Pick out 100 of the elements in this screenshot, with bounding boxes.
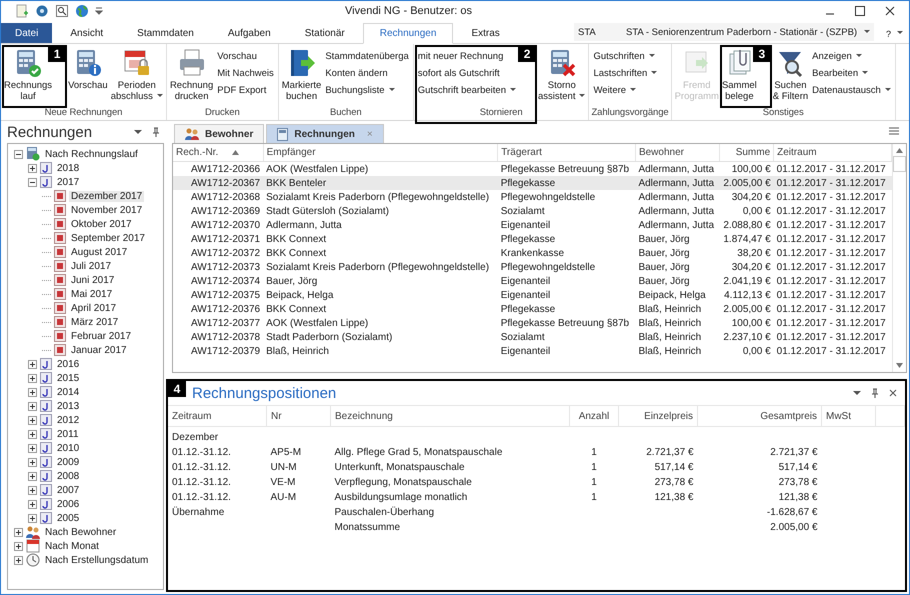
ribbon-tab[interactable]: Stationär — [288, 23, 361, 43]
tree-item[interactable]: Mai 2017 — [69, 288, 114, 300]
expand-icon[interactable] — [28, 164, 37, 172]
table-row[interactable]: AW1712-20373 Sozialamt Kreis Paderborn (Pflegewohngeldstelle) Pflegewohngeldstelle Bauer, Jörg 304,20 € 01.12.2017 - 31.12.2017 — [173, 260, 892, 274]
tree-item[interactable]: Nach Erstellungsdatum — [43, 554, 150, 566]
table-row[interactable]: AW1712-20371 BKK Connext Pflegekasse Bauer, Jörg 1.874,47 € 01.12.2017 - 31.12.2017 — [173, 232, 892, 246]
ribbon-menu-item[interactable]: Vorschau — [217, 49, 274, 63]
document-tab[interactable]: Bewohner — [174, 124, 264, 143]
tree-item[interactable]: 2011 — [55, 428, 81, 440]
station-selector[interactable]: STA STA - Seniorenzentrum Paderborn - Stationär - (SZPB) — [574, 23, 874, 41]
ribbon-menu-item[interactable]: sofort als Gutschrift — [418, 66, 516, 80]
tree-item[interactable]: 2014 — [55, 386, 82, 398]
column-header[interactable]: Gesamtpreis — [698, 406, 822, 426]
ribbon-menu-item[interactable]: Buchungsliste — [325, 83, 409, 97]
dropdown-icon[interactable] — [134, 129, 142, 135]
ribbon-menu-item[interactable]: Mit Nachweis — [217, 66, 274, 80]
tree-item[interactable]: 2009 — [55, 456, 82, 468]
column-header[interactable]: Bezeichnung — [330, 406, 570, 426]
pin-icon[interactable] — [871, 388, 879, 398]
scrollbar[interactable] — [892, 144, 906, 372]
expand-icon[interactable] — [28, 402, 37, 410]
ribbon-menu-item[interactable]: Gutschriften — [593, 49, 658, 63]
ribbon-button[interactable]: Sammel belege 3 — [720, 46, 771, 107]
tree-item[interactable]: 2010 — [55, 442, 82, 454]
expand-icon[interactable] — [28, 388, 37, 396]
ribbon-tab[interactable]: Stammdaten — [121, 23, 210, 43]
column-header[interactable]: Trägerart — [498, 144, 636, 162]
scroll-down-icon[interactable] — [896, 363, 903, 368]
ribbon-tab[interactable]: Ansicht — [54, 23, 120, 43]
pin-icon[interactable] — [152, 127, 160, 137]
collapse-icon[interactable] — [14, 150, 23, 158]
tree-item[interactable]: April 2017 — [69, 302, 118, 314]
column-header[interactable]: MwSt — [822, 406, 876, 426]
table-row[interactable]: AW1712-20375 Beipack, Helga Eigenanteil Beipack, Helga 4.112,13 € 01.12.2017 - 31.12.2017 — [173, 288, 892, 302]
ribbon-menu-item[interactable]: Lastschriften — [593, 66, 658, 80]
expand-icon[interactable] — [28, 458, 37, 466]
table-row[interactable]: AW1712-20378 Stadt Paderborn (Sozialamt) Sozialamt Blaß, Heinrich 2.237,10 € 01.12.2017 - 31.12.2017 — [173, 330, 892, 344]
dropdown-icon[interactable] — [853, 390, 861, 396]
tree-item[interactable]: Nach Rechnungslauf — [43, 148, 140, 160]
column-header[interactable]: Summe — [719, 144, 774, 162]
menu-icon[interactable] — [889, 127, 899, 135]
table-row[interactable]: AW1712-20367 BKK Benteler Pflegekasse Adlermann, Jutta 2.005,00 € 01.12.2017 - 31.12.2017 — [173, 176, 892, 190]
ribbon-button[interactable]: Vorschau — [67, 46, 109, 107]
file-menu-button[interactable]: Datei — [1, 23, 52, 43]
help-link[interactable]: ? — [886, 29, 891, 39]
ribbon-button[interactable]: Suchen & Filtern — [772, 46, 810, 107]
tree-item[interactable]: 2018 — [55, 162, 82, 174]
expand-icon[interactable] — [14, 542, 23, 550]
globe-icon[interactable] — [75, 4, 89, 18]
ribbon-button[interactable]: Rechnung drucken — [168, 46, 214, 107]
tree-item[interactable]: 2006 — [55, 498, 82, 510]
ribbon-tab[interactable]: Extras — [455, 23, 516, 43]
tree-item[interactable]: 2008 — [55, 470, 82, 482]
tree-item[interactable]: Juli 2017 — [69, 260, 114, 272]
table-row[interactable]: AW1712-20374 Bauer, Jörg Eigenanteil Bauer, Jörg 2.041,19 € 01.12.2017 - 31.12.2017 — [173, 274, 892, 288]
ribbon-menu-item[interactable]: Bearbeiten — [812, 66, 891, 80]
ribbon-menu-item[interactable]: Gutschrift bearbeiten — [418, 83, 516, 97]
column-header[interactable]: Zeitraum — [168, 406, 266, 426]
column-header[interactable]: Anzahl — [570, 406, 618, 426]
table-row[interactable]: AW1712-20369 Stadt Gütersloh (Sozialamt) Sozialamt Adlermann, Jutta 0,00 € 01.12.2017 - 31.12.2017 — [173, 204, 892, 218]
expand-icon[interactable] — [28, 472, 37, 480]
column-header[interactable]: Bewohner — [635, 144, 720, 162]
expand-icon[interactable] — [14, 556, 23, 564]
tree-item[interactable]: 2005 — [55, 512, 82, 524]
tree-item[interactable]: Nach Monat — [43, 540, 101, 552]
tree-item[interactable]: 2017 — [55, 176, 82, 188]
scroll-up-icon[interactable] — [896, 148, 903, 153]
ribbon-button[interactable]: Storno assistent — [536, 46, 586, 107]
tree-item[interactable]: Juni 2017 — [69, 274, 116, 286]
ribbon-tab[interactable]: Aufgaben — [212, 23, 287, 43]
expand-icon[interactable] — [14, 528, 23, 536]
preview-icon[interactable] — [55, 4, 69, 18]
collapse-icon[interactable] — [28, 178, 37, 186]
table-row[interactable]: AW1712-20372 BKK Connext Krankenkasse Bauer, Jörg 38,20 € 01.12.2017 - 31.12.2017 — [173, 246, 892, 260]
tree-item[interactable]: Januar 2017 — [69, 344, 129, 356]
table-row[interactable]: AW1712-20366 AOK (Westfalen Lippe) Pflegekasse Betreuung §87b Adlermann, Jutta 100,00 € 01.12.2017 - 31.12.2017 — [173, 162, 892, 176]
ribbon-button[interactable]: Perioden abschluss — [110, 46, 164, 107]
close-icon[interactable] — [889, 389, 897, 397]
tree-item[interactable]: 2016 — [55, 358, 82, 370]
table-row[interactable]: AW1712-20370 Adlermann, Jutta Eigenanteil Adlermann, Jutta 2.088,80 € 01.12.2017 - 31.12.2017 — [173, 218, 892, 232]
document-tab[interactable]: Rechnungen × — [266, 124, 384, 143]
close-icon[interactable] — [885, 6, 895, 16]
tree-item[interactable]: Februar 2017 — [69, 330, 134, 342]
ribbon-menu-item[interactable]: Stammdatenüberga — [325, 49, 409, 63]
expand-icon[interactable] — [28, 486, 37, 494]
table-row[interactable]: AW1712-20368 Sozialamt Kreis Paderborn (Pflegewohngeldstelle) Pflegewohngeldstelle Adlermann, Jutta 304,20 € 01.12.2017 - 31.12.2017 — [173, 190, 892, 204]
tree-item[interactable]: Oktober 2017 — [69, 218, 134, 230]
expand-icon[interactable] — [28, 444, 37, 452]
tree-item[interactable]: August 2017 — [69, 246, 130, 258]
tree-item[interactable]: November 2017 — [69, 204, 144, 216]
expand-icon[interactable] — [28, 430, 37, 438]
scroll-thumb[interactable] — [893, 156, 906, 172]
expand-icon[interactable] — [28, 360, 37, 368]
ribbon-menu-item[interactable]: Datenaustausch — [812, 83, 891, 97]
expand-icon[interactable] — [28, 416, 37, 424]
expand-icon[interactable] — [28, 374, 37, 382]
tree-item[interactable]: 2012 — [55, 414, 82, 426]
ribbon-tab[interactable]: Rechnungen — [362, 23, 454, 44]
tree-item[interactable]: September 2017 — [69, 232, 147, 244]
table-row[interactable]: AW1712-20376 BKK Connext Pflegekasse Blaß, Heinrich 2.005,00 € 01.12.2017 - 31.12.2017 — [173, 302, 892, 316]
